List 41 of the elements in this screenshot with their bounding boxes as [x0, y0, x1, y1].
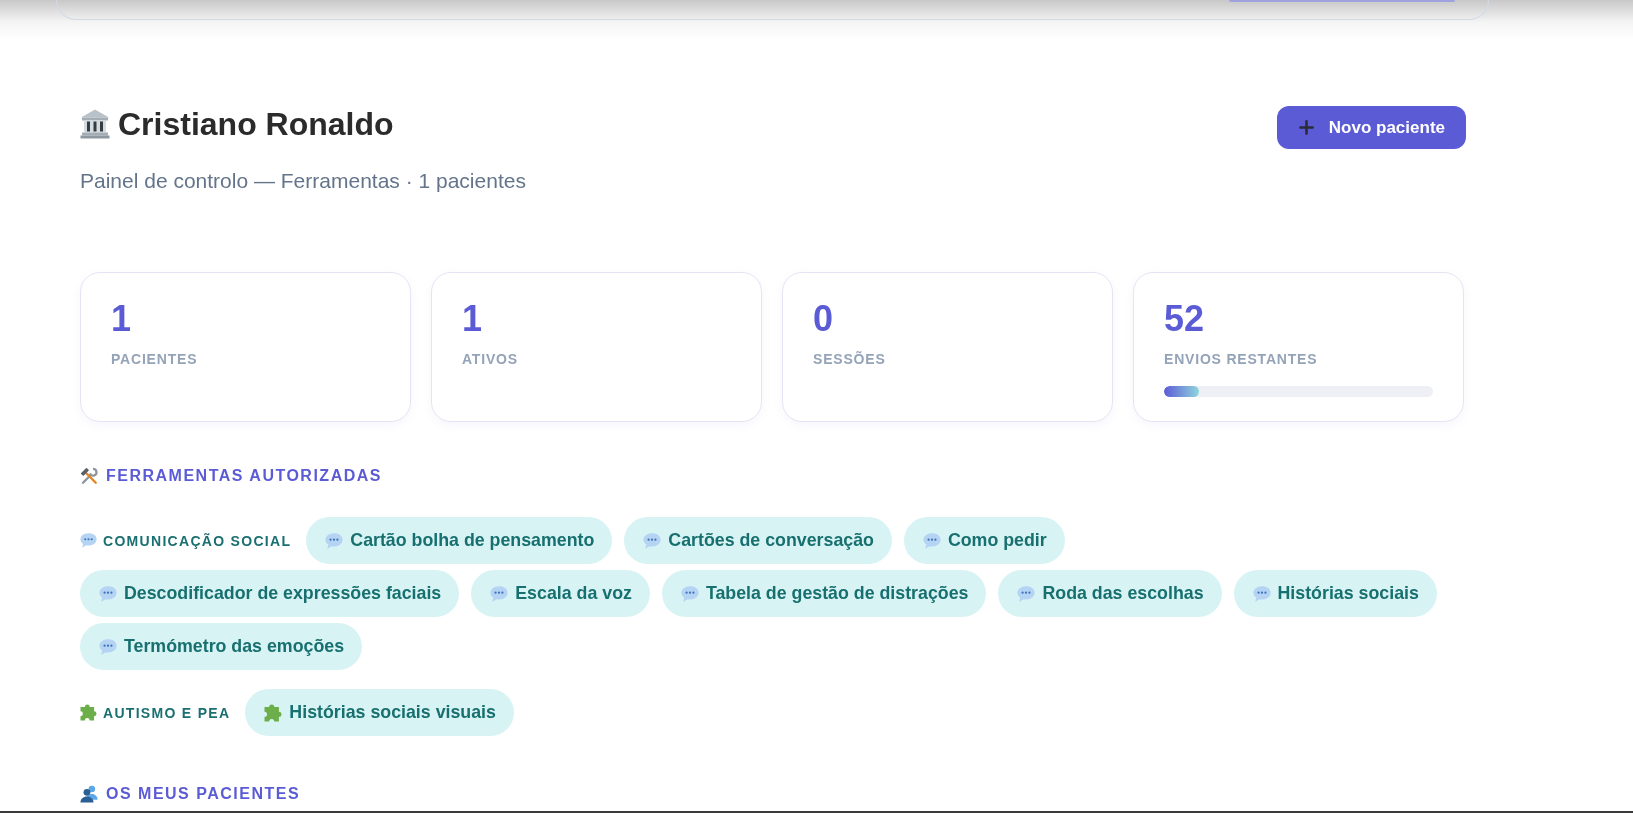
tool-chip[interactable]: Histórias sociais	[1233, 570, 1437, 617]
tool-chip[interactable]: Como pedir	[903, 517, 1065, 564]
speech-bubble-icon	[99, 637, 117, 656]
speech-bubble-icon	[680, 584, 699, 603]
stat-value: 0	[813, 299, 835, 339]
stat-label: SESSÕES	[813, 350, 887, 368]
tool-chip[interactable]: Escala da voz	[471, 570, 650, 617]
tool-chip[interactable]: Descodificador de expressões faciais	[80, 570, 460, 617]
stat-label: PACIENTES	[111, 350, 199, 368]
speech-bubble-icon	[1252, 584, 1271, 603]
section-heading: OS MEUS PACIENTES	[106, 784, 301, 804]
speech-bubble-icon	[1017, 584, 1036, 603]
tool-chip[interactable]: Roda das escolhas	[998, 570, 1222, 617]
speech-bubble-icon	[325, 531, 344, 550]
speech-bubble-icon	[643, 531, 662, 550]
speech-bubble-icon	[80, 532, 97, 549]
speech-bubble-icon	[922, 531, 941, 550]
new-patient-button[interactable]: Novo paciente	[1276, 106, 1466, 149]
tool-chip[interactable]: Cartões de conversação	[624, 517, 892, 564]
plus-icon	[1298, 120, 1314, 135]
stat-value: 52	[1164, 299, 1206, 339]
stat-label: ATIVOS	[462, 350, 519, 368]
stat-label: ENVIOS RESTANTES	[1164, 350, 1319, 368]
hammer-wrench-icon	[80, 467, 98, 485]
category-label: AUTISMO E PEA	[103, 704, 231, 721]
puzzle-piece-icon	[264, 703, 283, 722]
tool-chip[interactable]: Termómetro das emoções	[80, 623, 363, 670]
page-subtitle: Painel de controlo — Ferramentas · 1 pacientes	[80, 169, 526, 193]
tool-chip[interactable]: Histórias sociais visuais	[245, 689, 514, 736]
speech-bubble-icon	[490, 584, 509, 603]
tool-chip[interactable]: Cartão bolha de pensamento	[306, 517, 613, 564]
building-icon	[80, 109, 110, 139]
puzzle-piece-icon	[80, 704, 97, 721]
tool-chip[interactable]: Tabela de gestão de distrações	[661, 570, 987, 617]
section-heading: FERRAMENTAS AUTORIZADAS	[106, 466, 382, 486]
category-label: COMUNICAÇÃO SOCIAL	[103, 532, 292, 549]
speech-bubble-icon	[99, 584, 117, 603]
people-icon	[80, 785, 98, 803]
stat-value: 1	[111, 299, 133, 339]
page-title: Cristiano Ronaldo	[118, 106, 394, 142]
stat-value: 1	[462, 299, 484, 339]
